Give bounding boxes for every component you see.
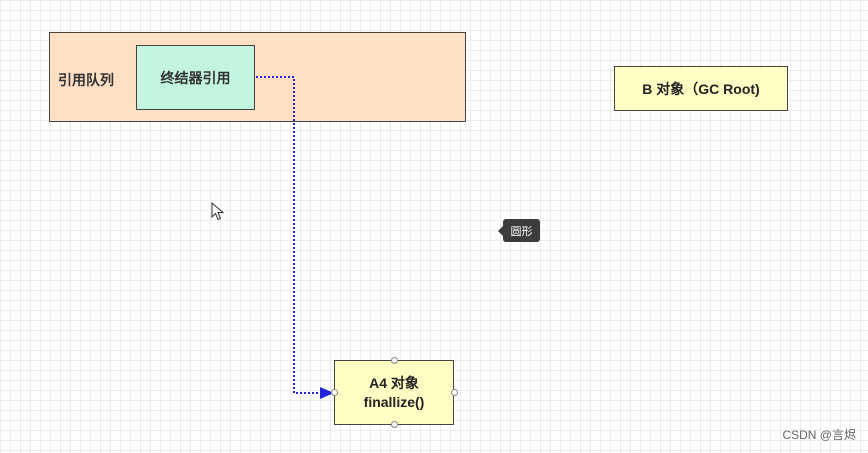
connector-line [256, 76, 322, 394]
a4-object-box[interactable]: A4 对象 finallize() [334, 360, 454, 425]
a4-object-title: A4 对象 [369, 374, 419, 391]
csdn-watermark: CSDN @言烬 [782, 428, 856, 442]
tooltip-text: 圆形 [510, 225, 533, 238]
shape-tooltip: 圆形 [498, 219, 540, 242]
resize-handle-left[interactable] [331, 389, 338, 396]
mouse-cursor-icon [211, 202, 225, 221]
resize-handle-right[interactable] [451, 389, 458, 396]
a4-object-method: finallize() [363, 393, 425, 410]
resize-handle-bottom[interactable] [391, 421, 398, 428]
resize-handle-top[interactable] [391, 357, 398, 364]
